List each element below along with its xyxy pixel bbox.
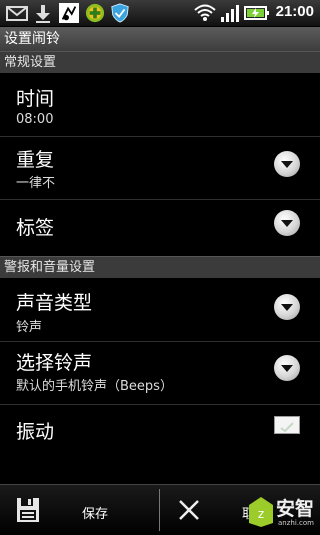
anzhi-watermark-logo: z 安智 anzhi.com <box>248 494 320 534</box>
setting-row-label[interactable]: 标签 <box>0 200 320 256</box>
chevron-down-icon[interactable] <box>274 151 300 177</box>
setting-row-time[interactable]: 时间 08:00 <box>0 74 320 136</box>
watermark-subtext: anzhi.com <box>278 519 314 527</box>
setting-title-time: 时间 <box>16 88 55 110</box>
svg-text:z: z <box>258 507 264 521</box>
section-header-alert-volume: 警报和音量设置 <box>0 256 320 278</box>
vibrate-checkbox[interactable] <box>274 416 300 434</box>
wifi-icon <box>194 4 216 21</box>
section-header-general: 常规设置 <box>0 51 320 73</box>
setting-title-ringtone: 选择铃声 <box>16 352 93 374</box>
download-icon <box>36 5 50 23</box>
watermark-text: 安智 <box>276 498 315 520</box>
battery-charging-icon <box>244 6 269 20</box>
setting-row-sound-type[interactable]: 声音类型 铃声 <box>0 279 320 341</box>
setting-row-vibrate[interactable]: 振动 <box>0 405 320 445</box>
setting-row-repeat[interactable]: 重复 一律不 <box>0 137 320 199</box>
anzhi-logo-icon: z <box>249 497 273 527</box>
mail-icon <box>6 6 28 21</box>
setting-value-ringtone: 默认的手机铃声（Beeps） <box>16 379 173 394</box>
save-label: 保存 <box>82 507 109 522</box>
save-button[interactable]: 保存 <box>0 485 159 535</box>
app-icon <box>59 3 79 23</box>
setting-title-vibrate: 振动 <box>16 421 55 443</box>
floppy-disk-icon <box>17 498 39 522</box>
chevron-down-icon[interactable] <box>274 210 300 236</box>
close-icon <box>179 500 199 520</box>
setting-value-time: 08:00 <box>16 112 54 127</box>
chevron-down-icon[interactable] <box>274 355 300 381</box>
shield-icon <box>111 3 129 23</box>
setting-title-sound-type: 声音类型 <box>16 292 93 314</box>
setting-title-label: 标签 <box>16 217 55 239</box>
signal-icon <box>221 5 239 22</box>
setting-title-repeat: 重复 <box>16 149 55 171</box>
clock-time: 21:00 <box>275 3 314 20</box>
setting-row-ringtone[interactable]: 选择铃声 默认的手机铃声（Beeps） <box>0 342 320 404</box>
setting-value-sound-type: 铃声 <box>16 320 43 335</box>
status-bar: 21:00 <box>0 0 320 27</box>
setting-value-repeat: 一律不 <box>16 176 56 191</box>
plus-badge-icon <box>85 3 105 23</box>
chevron-down-icon[interactable] <box>274 294 300 320</box>
check-icon <box>280 422 294 433</box>
page-title: 设置闹铃 <box>0 27 320 51</box>
